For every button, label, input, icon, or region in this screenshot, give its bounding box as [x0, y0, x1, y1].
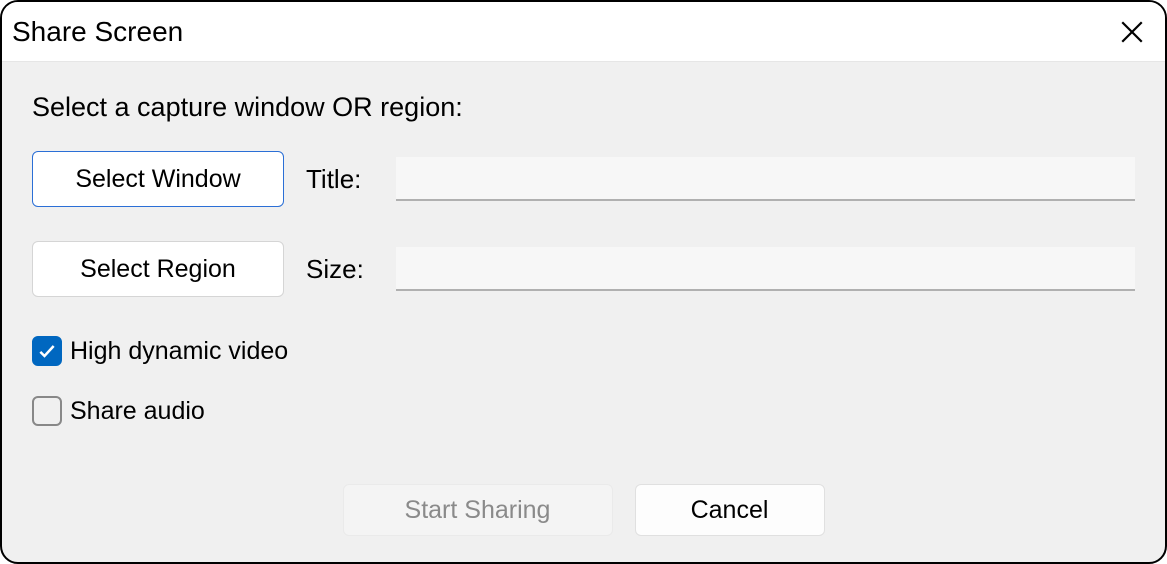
- hdv-row: High dynamic video: [32, 331, 1135, 371]
- cancel-button[interactable]: Cancel: [635, 484, 825, 536]
- title-field[interactable]: [396, 157, 1135, 201]
- select-window-row: Select Window Title:: [32, 151, 1135, 207]
- titlebar: Share Screen: [2, 2, 1165, 62]
- check-icon: [37, 341, 57, 361]
- dialog-title: Share Screen: [12, 16, 183, 48]
- footer: Start Sharing Cancel: [32, 484, 1135, 542]
- close-button[interactable]: [1109, 9, 1155, 55]
- size-label: Size:: [306, 254, 396, 285]
- close-icon: [1119, 19, 1145, 45]
- share-screen-dialog: Share Screen Select a capture window OR …: [0, 0, 1167, 564]
- title-label: Title:: [306, 164, 396, 195]
- audio-checkbox[interactable]: [32, 396, 62, 426]
- instruction-text: Select a capture window OR region:: [32, 92, 1135, 123]
- audio-label: Share audio: [70, 397, 205, 426]
- hdv-checkbox[interactable]: [32, 336, 62, 366]
- select-region-row: Select Region Size:: [32, 241, 1135, 297]
- select-region-button[interactable]: Select Region: [32, 241, 284, 297]
- start-sharing-button[interactable]: Start Sharing: [343, 484, 613, 536]
- select-window-button[interactable]: Select Window: [32, 151, 284, 207]
- size-field[interactable]: [396, 247, 1135, 291]
- audio-row: Share audio: [32, 391, 1135, 431]
- hdv-label: High dynamic video: [70, 337, 288, 366]
- dialog-body: Select a capture window OR region: Selec…: [2, 62, 1165, 562]
